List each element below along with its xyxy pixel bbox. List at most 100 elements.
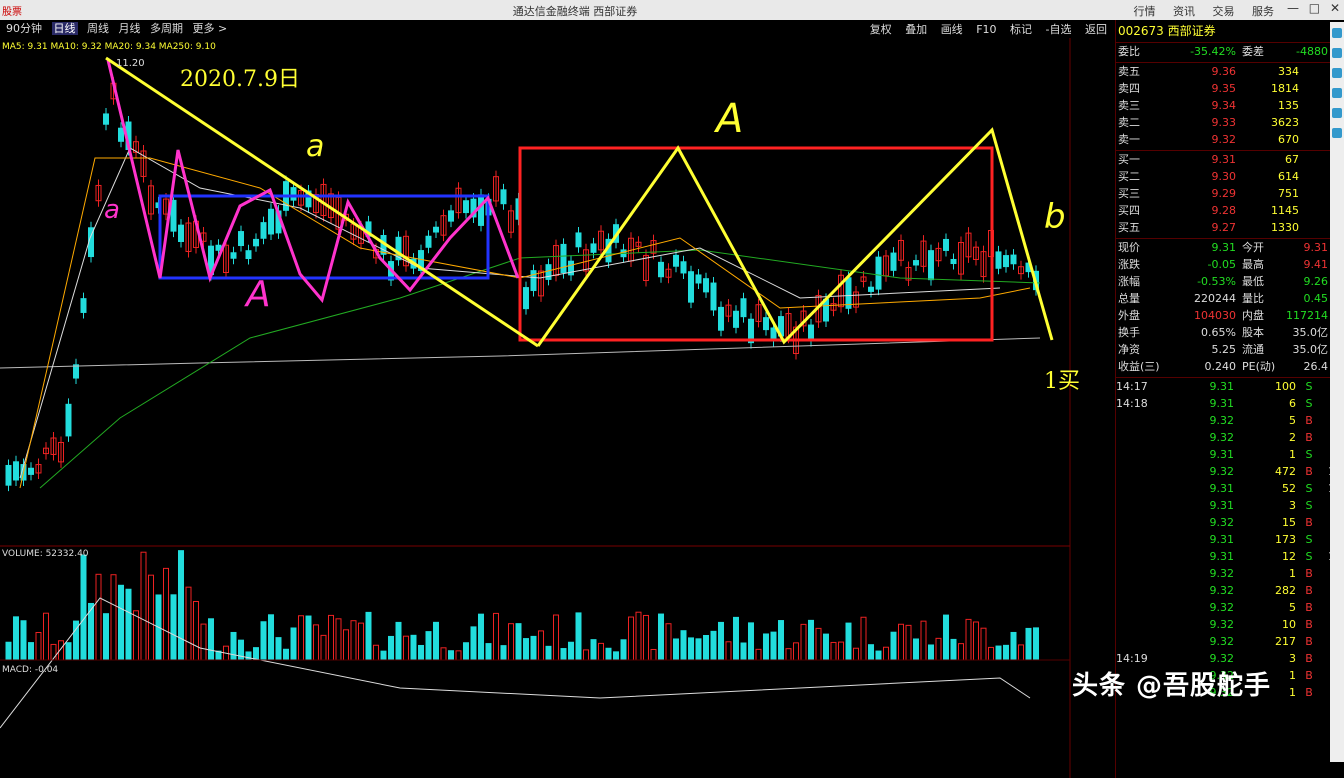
tool-icon[interactable] xyxy=(1332,68,1342,78)
tool-icon[interactable] xyxy=(1332,128,1342,138)
bid-volume: 614 xyxy=(1278,170,1299,183)
quote-value: -0.05 xyxy=(1207,258,1236,271)
peak-price-label: 11.20 xyxy=(116,58,145,69)
tick-row: 9.311S1 xyxy=(1116,446,1344,463)
tick-direction: B xyxy=(1305,567,1313,580)
tick-direction: S xyxy=(1305,397,1313,410)
volume-bar xyxy=(118,584,124,661)
tick-time: 14:18 xyxy=(1116,397,1148,410)
tick-direction: B xyxy=(1305,516,1313,529)
tick-price: 9.31 xyxy=(1209,482,1235,495)
ask-price: 9.32 xyxy=(1211,133,1237,146)
tick-price: 9.31 xyxy=(1209,499,1235,512)
tool-icon[interactable] xyxy=(1332,108,1342,118)
candle xyxy=(530,270,537,292)
volume-bar xyxy=(283,648,289,661)
volume-bar xyxy=(140,551,147,661)
volume-bar xyxy=(650,648,657,661)
tab-weekly[interactable]: 周线 xyxy=(87,22,109,35)
volume-bar xyxy=(418,644,424,661)
volume-bar xyxy=(43,612,49,661)
volume-bar xyxy=(823,633,829,661)
kline-chart[interactable]: 2020.7.9日 11.20 a a A A b 1买 MA5: 9.31 M… xyxy=(0,38,1115,778)
overlay-button[interactable]: 叠加 xyxy=(905,23,927,36)
volume-bar xyxy=(200,623,207,661)
label-a-yellow: a xyxy=(306,129,324,164)
candle xyxy=(13,461,19,481)
weibi-value: -35.42% xyxy=(1190,45,1236,58)
volume-bar xyxy=(5,641,12,661)
back-button[interactable]: 返回 xyxy=(1085,23,1107,36)
f10-button[interactable]: F10 xyxy=(976,23,996,36)
volume-bar xyxy=(935,637,942,661)
tick-direction: B xyxy=(1305,584,1313,597)
ask-volume: 670 xyxy=(1278,133,1299,146)
quote-label: 涨跌 xyxy=(1118,258,1140,271)
tab-monthly[interactable]: 月线 xyxy=(119,22,141,35)
volume-bar xyxy=(785,648,792,661)
volume-bar xyxy=(485,643,492,661)
volume-bar xyxy=(170,594,177,661)
tick-price: 9.31 xyxy=(1209,448,1235,461)
quote-label: 最低 xyxy=(1242,275,1264,288)
volume-bar xyxy=(740,642,747,661)
volume-bar xyxy=(28,642,34,661)
maximize-icon[interactable]: □ xyxy=(1309,1,1320,15)
tick-direction: B xyxy=(1305,601,1313,614)
volume-bar xyxy=(763,633,769,661)
tick-volume: 3 xyxy=(1289,499,1296,512)
tool-icon[interactable] xyxy=(1332,28,1342,38)
volume-bar xyxy=(898,623,904,661)
menu-trade[interactable]: 交易 xyxy=(1213,5,1235,18)
close-icon[interactable]: ✕ xyxy=(1330,1,1340,15)
tab-multi-period[interactable]: 多周期 xyxy=(150,22,183,35)
quote-label: 股本 xyxy=(1242,326,1264,339)
tick-list[interactable]: 14:179.31100S114:189.316S19.325B19.322B1… xyxy=(1116,378,1344,701)
quote-row: 换手 0.65% 股本 35.0亿 xyxy=(1116,324,1344,341)
ask-price: 9.35 xyxy=(1211,82,1237,95)
volume-bar xyxy=(343,629,349,661)
mark-button[interactable]: 标记 xyxy=(1010,23,1032,36)
candle xyxy=(178,224,184,242)
candle xyxy=(245,250,252,260)
tick-price: 9.31 xyxy=(1209,550,1235,563)
volume-bar xyxy=(245,651,252,661)
volume-bar xyxy=(125,588,132,661)
candle xyxy=(463,200,469,214)
quote-value: 26.4 xyxy=(1303,360,1329,373)
ask-row: 卖五 9.36 334 xyxy=(1116,63,1344,80)
tool-icon[interactable] xyxy=(1332,88,1342,98)
candle xyxy=(268,208,274,235)
volume-bar xyxy=(350,620,357,661)
volume-bar xyxy=(680,630,687,661)
volume-bar xyxy=(920,620,927,661)
watchlist-button[interactable]: -自选 xyxy=(1046,23,1072,36)
volume-indicator-label: VOLUME: 52332.40 xyxy=(2,549,89,559)
volume-bar xyxy=(275,637,282,661)
candle xyxy=(950,258,957,265)
tool-icon[interactable] xyxy=(1332,48,1342,58)
tab-daily[interactable]: 日线 xyxy=(51,22,78,35)
candle xyxy=(890,252,897,271)
draw-line-button[interactable]: 画线 xyxy=(941,23,963,36)
menu-service[interactable]: 服务 xyxy=(1252,5,1274,18)
restore-rights-button[interactable]: 复权 xyxy=(870,23,892,36)
volume-bar xyxy=(508,623,514,661)
minimize-icon[interactable]: — xyxy=(1287,1,1299,15)
tick-volume: 100 xyxy=(1275,380,1296,393)
tab-more[interactable]: 更多 > xyxy=(193,22,228,35)
window-controls: — □ ✕ xyxy=(1281,1,1340,15)
volume-bar xyxy=(928,644,934,661)
tab-90min[interactable]: 90分钟 xyxy=(6,22,42,35)
menu-quotes[interactable]: 行情 xyxy=(1134,5,1156,18)
bid-row: 买四 9.28 1145 xyxy=(1116,202,1344,219)
candle xyxy=(1010,254,1017,265)
candlestick-series xyxy=(5,77,1039,492)
volume-bar xyxy=(268,614,274,661)
menu-news[interactable]: 资讯 xyxy=(1173,5,1195,18)
quote-value: 9.26 xyxy=(1303,275,1329,288)
tick-volume: 1 xyxy=(1289,567,1296,580)
volume-bar xyxy=(800,623,807,661)
vol-ma-line xyxy=(0,597,1031,729)
volume-bar xyxy=(950,638,957,661)
